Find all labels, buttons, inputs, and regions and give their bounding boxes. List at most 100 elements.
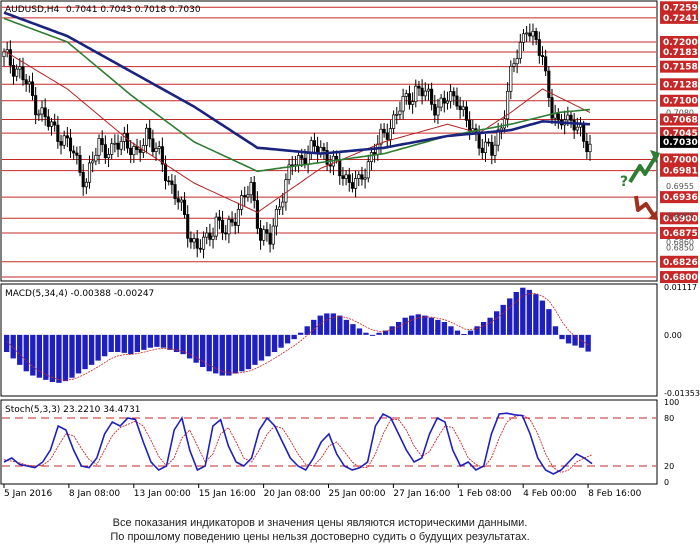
- disclaimer-line-1: Все показания индикаторов и значения цен…: [112, 517, 528, 529]
- candle-body: [350, 182, 354, 189]
- price-tick-label: 0.6850: [666, 244, 694, 253]
- candle-body: [30, 81, 35, 96]
- candle-body: [347, 174, 351, 183]
- candle-body: [585, 141, 589, 153]
- candle-body: [306, 153, 310, 165]
- candle-body: [195, 238, 199, 249]
- macd-bar: [585, 334, 591, 352]
- macd-bar: [154, 334, 160, 347]
- candle-body: [97, 138, 101, 156]
- candle-body: [363, 177, 367, 180]
- macd-axis: 0.01117 0.00 -0.01353: [664, 283, 700, 398]
- macd-bar: [533, 294, 539, 335]
- price-tag-label: 0.7158: [663, 63, 698, 73]
- macd-bar: [304, 326, 310, 335]
- macd-bar: [219, 334, 225, 376]
- macd-bar: [4, 334, 10, 352]
- candle-body: [15, 68, 19, 77]
- macd-bar: [422, 315, 428, 335]
- macd-bar: [121, 334, 127, 353]
- macd-bar: [350, 324, 356, 335]
- candle-body: [360, 174, 364, 180]
- candle-body: [18, 66, 22, 70]
- candle-body: [455, 95, 459, 107]
- macd-bar: [441, 322, 448, 335]
- candle-body: [252, 182, 256, 201]
- macd-bar: [435, 319, 441, 335]
- macd-bar: [134, 334, 140, 352]
- macd-bar: [396, 322, 402, 335]
- macd-bar: [88, 334, 95, 365]
- candle-body: [208, 232, 212, 240]
- price-tag-label: 0.7241: [663, 14, 698, 24]
- candle-body: [303, 157, 307, 165]
- candle-body: [243, 195, 247, 198]
- candle-body: [392, 114, 396, 129]
- macd-bar: [10, 334, 16, 359]
- macd-bar: [487, 317, 493, 335]
- macd-bar: [193, 334, 199, 363]
- macd-bar: [167, 334, 173, 350]
- candle-body: [512, 63, 516, 67]
- candle-body: [170, 180, 174, 185]
- candle-body: [119, 141, 123, 150]
- macd-bar: [82, 334, 88, 370]
- macd-bar: [284, 334, 291, 344]
- candle-body: [477, 131, 481, 149]
- candle-body: [547, 70, 551, 98]
- candle-body: [100, 138, 104, 145]
- candle-body: [528, 32, 532, 37]
- disclaimer: Все показания индикаторов и значения цен…: [0, 516, 640, 544]
- time-label: 20 Jan 08:00: [264, 489, 321, 499]
- stoch-tick-label: 20: [664, 462, 674, 471]
- candle-body: [490, 142, 494, 156]
- macd-bar: [258, 334, 265, 361]
- candle-body: [110, 143, 114, 155]
- macd-bar: [62, 334, 69, 382]
- price-tag-label: 0.7100: [663, 97, 698, 107]
- price-tag-label: 0.6981: [663, 167, 698, 177]
- macd-bar: [115, 334, 121, 352]
- candle-body: [205, 232, 209, 238]
- candle-body: [43, 107, 47, 118]
- candle-body: [271, 225, 275, 245]
- macd-bar: [578, 334, 585, 348]
- candle-body: [11, 65, 16, 77]
- macd-bar: [239, 334, 245, 372]
- stoch-axis: 100 80 20 0: [664, 398, 679, 487]
- macd-bar: [206, 334, 212, 372]
- candle-body: [274, 208, 278, 227]
- candle-body: [417, 85, 421, 89]
- candle-body: [56, 124, 60, 142]
- macd-bar: [298, 332, 304, 335]
- candle-body: [163, 163, 168, 182]
- macd-bar: [49, 334, 56, 382]
- price-tag-label: 0.6936: [663, 193, 698, 203]
- candle-body: [259, 228, 263, 241]
- candle-body: [439, 97, 443, 108]
- candle-body: [129, 147, 133, 156]
- macd-bar: [507, 298, 513, 335]
- candle-body: [157, 146, 161, 149]
- candle-body: [186, 214, 190, 239]
- candle-body: [151, 138, 155, 153]
- macd-bar: [252, 334, 258, 365]
- candle-body: [521, 33, 526, 43]
- candle-body: [255, 200, 259, 229]
- candle-body: [366, 161, 370, 179]
- candle-body: [141, 145, 145, 153]
- candle-body: [322, 147, 326, 151]
- candle-body: [217, 216, 221, 221]
- candle-body: [8, 49, 12, 66]
- macd-bar: [147, 334, 154, 348]
- candle-body: [588, 143, 592, 153]
- candle-body: [72, 150, 76, 154]
- candle-body: [379, 128, 383, 145]
- macd-bar: [376, 332, 382, 335]
- candle-body: [499, 127, 503, 131]
- macd-bar: [454, 330, 461, 335]
- candle-body: [401, 96, 405, 112]
- candle-body: [53, 121, 57, 126]
- ohlc-readout: 0.7041 0.7043 0.7018 0.7030: [66, 5, 201, 15]
- candle-body: [116, 142, 120, 150]
